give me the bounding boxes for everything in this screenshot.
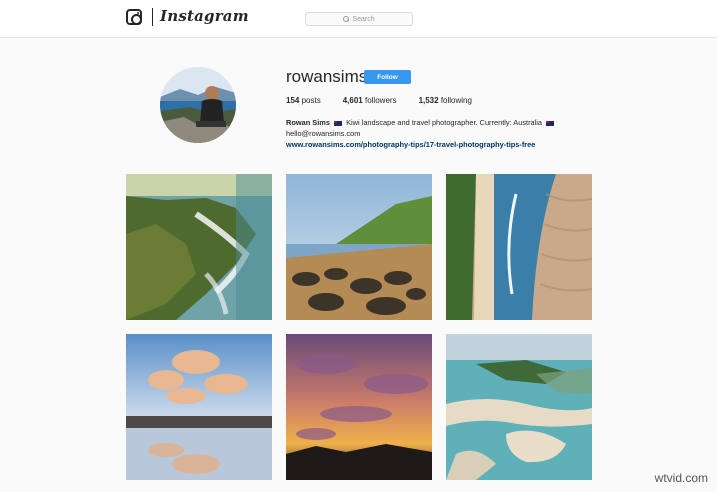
- watermark: wtvid.com: [654, 471, 708, 485]
- profile-stats: 154 posts 4,601 followers 1,532 followin…: [286, 96, 494, 105]
- post-tile-river-aerial[interactable]: [446, 174, 592, 320]
- following-stat[interactable]: 1,532 following: [419, 96, 472, 105]
- posts-stat: 154 posts: [286, 96, 321, 105]
- following-count: 1,532: [418, 96, 439, 105]
- instagram-camera-icon[interactable]: [126, 9, 142, 25]
- post-tile-estuary-aerial[interactable]: [446, 334, 592, 480]
- posts-label: posts: [301, 96, 321, 105]
- nz-flag-icon: [334, 120, 343, 126]
- post-tile-cloud-reflection[interactable]: [126, 334, 272, 480]
- profile-username: rowansims: [286, 67, 368, 86]
- followers-label: followers: [364, 96, 397, 105]
- followers-count: 4,601: [342, 96, 363, 105]
- search-icon: [343, 16, 350, 22]
- top-nav-bar: Instagram Search: [0, 0, 717, 38]
- au-flag-icon: [546, 120, 555, 126]
- search-input[interactable]: Search: [305, 12, 413, 26]
- logo-divider: [152, 8, 153, 26]
- following-label: following: [440, 96, 472, 105]
- bio-line: Rowan Sims Kiwi landscape and travel pho…: [286, 117, 556, 128]
- bio-text: Kiwi landscape and travel photographer. …: [346, 118, 543, 127]
- search-placeholder: Search: [352, 15, 375, 23]
- followers-stat[interactable]: 4,601 followers: [343, 96, 397, 105]
- posts-count: 154: [286, 96, 300, 105]
- post-tile-rocky-beach[interactable]: [286, 174, 432, 320]
- bio-link[interactable]: www.rowansims.com/photography-tips/17-tr…: [286, 139, 556, 150]
- post-tile-sunset-sky[interactable]: [286, 334, 432, 480]
- instagram-wordmark[interactable]: Instagram: [160, 7, 249, 25]
- follow-button[interactable]: Follow: [364, 70, 411, 84]
- profile-avatar[interactable]: [160, 67, 236, 143]
- bio-email: hello@rowansims.com: [286, 129, 361, 138]
- bio-name: Rowan Sims: [286, 118, 330, 127]
- post-tile-coastal-headland[interactable]: [126, 174, 272, 320]
- profile-bio: Rowan Sims Kiwi landscape and travel pho…: [286, 117, 556, 150]
